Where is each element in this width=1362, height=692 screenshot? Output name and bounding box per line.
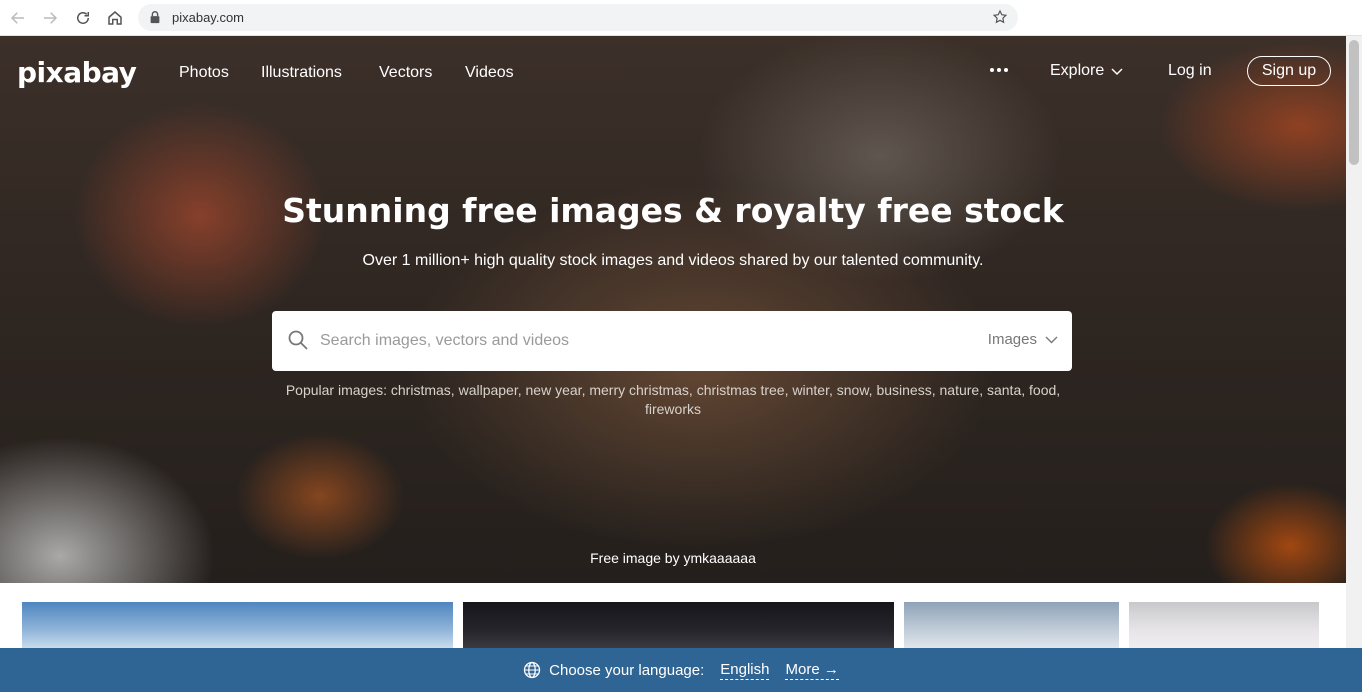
nav-vectors[interactable]: Vectors bbox=[379, 64, 432, 82]
login-link[interactable]: Log in bbox=[1168, 62, 1212, 80]
tag-link[interactable]: business bbox=[876, 382, 931, 398]
search-bar: Images bbox=[272, 311, 1072, 371]
tag-link[interactable]: food bbox=[1029, 382, 1056, 398]
gallery-image[interactable] bbox=[1129, 602, 1319, 648]
chevron-down-icon bbox=[1045, 336, 1058, 344]
search-input[interactable] bbox=[320, 325, 960, 357]
globe-icon bbox=[524, 661, 541, 679]
tag-link[interactable]: fireworks bbox=[645, 401, 701, 417]
popular-label: Popular images: bbox=[285, 382, 387, 398]
language-english-link[interactable]: English bbox=[720, 661, 770, 680]
popular-tags: Popular images: christmas, wallpaper, ne… bbox=[285, 382, 1061, 417]
language-more-link[interactable]: More → bbox=[785, 661, 839, 680]
tag-link[interactable]: santa bbox=[987, 382, 1021, 398]
search-icon[interactable] bbox=[288, 330, 308, 350]
page-scrollbar[interactable] bbox=[1346, 36, 1362, 648]
explore-label: Explore bbox=[1050, 62, 1105, 79]
chevron-down-icon bbox=[1111, 68, 1123, 76]
lock-icon bbox=[150, 11, 160, 24]
tag-link[interactable]: winter bbox=[792, 382, 829, 398]
star-icon[interactable] bbox=[992, 9, 1008, 25]
tag-link[interactable]: christmas bbox=[391, 382, 451, 398]
nav-illustrations[interactable]: Illustrations bbox=[261, 64, 342, 82]
explore-menu[interactable]: Explore bbox=[1050, 62, 1124, 80]
home-icon[interactable] bbox=[103, 6, 127, 30]
hero-title: Stunning free images & royalty free stoc… bbox=[282, 191, 1064, 230]
tag-link[interactable]: wallpaper bbox=[459, 382, 518, 398]
gallery-image[interactable] bbox=[22, 602, 453, 648]
pixabay-logo[interactable]: pixabay bbox=[17, 56, 137, 89]
hero-banner: pixabay Photos Illustrations Vectors Vid… bbox=[0, 36, 1346, 583]
tag-link[interactable]: christmas tree bbox=[697, 382, 785, 398]
tag-link[interactable]: snow bbox=[837, 382, 869, 398]
browser-toolbar: pixabay.com bbox=[0, 0, 1362, 36]
more-options-icon[interactable] bbox=[990, 68, 1008, 72]
nav-videos[interactable]: Videos bbox=[465, 64, 514, 82]
media-type-label: Images bbox=[987, 331, 1037, 348]
back-icon[interactable] bbox=[6, 6, 30, 30]
image-credit[interactable]: Free image by ymkaaaaaa bbox=[0, 550, 1346, 566]
tag-link[interactable]: new year bbox=[526, 382, 582, 398]
url-text: pixabay.com bbox=[172, 10, 245, 25]
language-prompt: Choose your language: bbox=[549, 661, 705, 679]
gallery-image[interactable] bbox=[904, 602, 1119, 648]
address-bar[interactable]: pixabay.com bbox=[138, 4, 1018, 31]
reload-icon[interactable] bbox=[71, 6, 95, 30]
language-bar: Choose your language: English More → bbox=[0, 648, 1362, 692]
hero-subtitle: Over 1 million+ high quality stock image… bbox=[362, 252, 984, 269]
signup-button[interactable]: Sign up bbox=[1247, 56, 1331, 86]
tag-link[interactable]: nature bbox=[940, 382, 980, 398]
forward-icon[interactable] bbox=[38, 6, 62, 30]
scrollbar-thumb[interactable] bbox=[1349, 40, 1359, 165]
media-type-select[interactable]: Images bbox=[988, 331, 1058, 348]
nav-photos[interactable]: Photos bbox=[179, 64, 229, 82]
tag-link[interactable]: merry christmas bbox=[589, 382, 689, 398]
gallery-image[interactable] bbox=[463, 602, 894, 648]
